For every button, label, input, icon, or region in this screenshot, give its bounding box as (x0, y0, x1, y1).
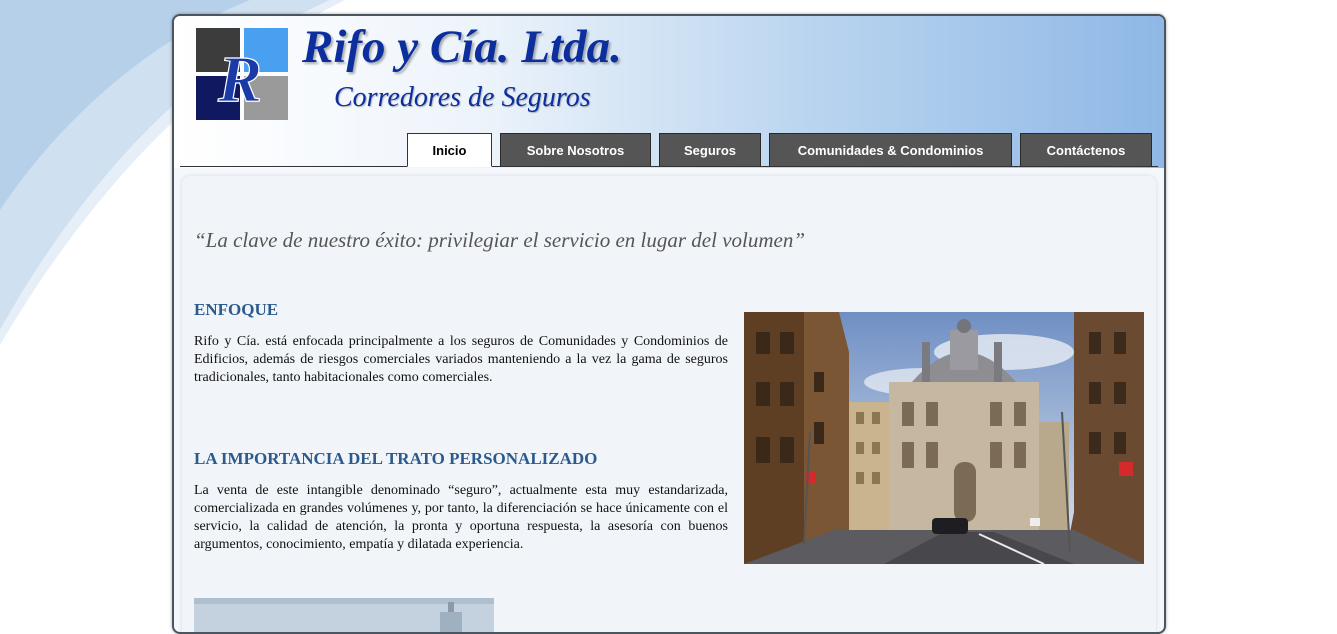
section-heading-trato: LA IMPORTANCIA DEL TRATO PERSONALIZADO (194, 449, 598, 468)
tab-sobre-nosotros[interactable]: Sobre Nosotros (500, 133, 651, 166)
second-photo (194, 598, 494, 632)
section-body-enfoque: Rifo y Cía. está enfocada principalmente… (194, 334, 728, 385)
main-content: “La clave de nuestro éxito: privilegiar … (182, 176, 1156, 632)
logo-subtitle: Corredores de Seguros (334, 82, 591, 113)
section-body-trato: La venta de este intangible denominado “… (194, 483, 728, 552)
tab-contactenos[interactable]: Contáctenos (1020, 133, 1152, 166)
site-header: R Rifo y Cía. Ltda. Corredores de Seguro… (174, 16, 1164, 168)
tab-comunidades-condominios[interactable]: Comunidades & Condominios (769, 133, 1012, 166)
slogan-quote: “La clave de nuestro éxito: privilegiar … (194, 228, 806, 252)
logo-title[interactable]: Rifo y Cía. Ltda. (302, 20, 622, 74)
logo-mark[interactable]: R (196, 28, 288, 120)
nav-underline (180, 166, 1158, 167)
tab-seguros[interactable]: Seguros (659, 133, 761, 166)
tab-inicio[interactable]: Inicio (407, 133, 492, 167)
section-heading-enfoque: ENFOQUE (194, 300, 279, 319)
logo-letter: R (217, 43, 262, 116)
building-photo (744, 312, 1144, 564)
site-frame: R Rifo y Cía. Ltda. Corredores de Seguro… (172, 14, 1166, 634)
